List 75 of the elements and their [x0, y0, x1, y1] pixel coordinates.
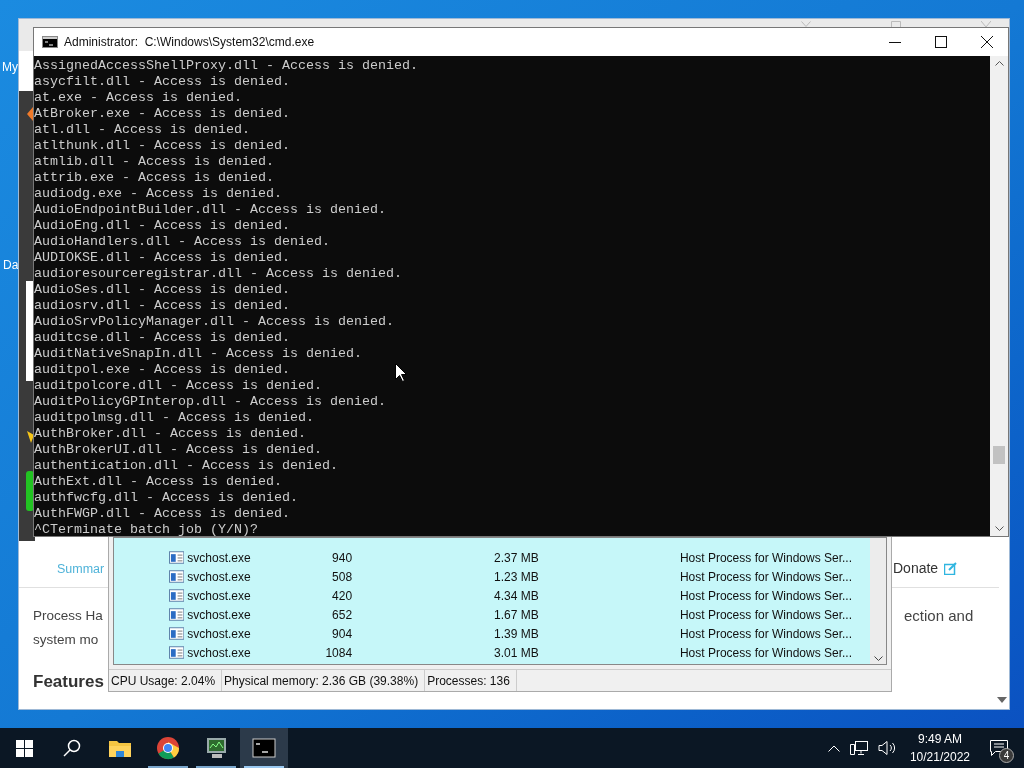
- console-line: auditpolcore.dll - Access is denied.: [34, 378, 322, 394]
- process-row[interactable]: svchost.exe 508 1.23 MB Host Process for Windows Ser...: [114, 567, 852, 586]
- console-line: AuthFWGP.dll - Access is denied.: [34, 506, 290, 522]
- process-name: svchost.exe: [187, 644, 252, 662]
- console-line: authentication.dll - Access is denied.: [34, 458, 338, 474]
- console-line: AuthBrokerUI.dll - Access is denied.: [34, 442, 322, 458]
- status-text: Processes: 136: [425, 670, 517, 691]
- console-line: asycfilt.dll - Access is denied.: [34, 74, 290, 90]
- console-line: audiodg.exe - Access is denied.: [34, 186, 282, 202]
- console-line: AssignedAccessShellProxy.dll - Access is denied.: [34, 58, 418, 74]
- process-name: svchost.exe: [187, 568, 252, 586]
- notification-button[interactable]: 4: [984, 733, 1014, 763]
- console-line: AudioSrvPolicyManager.dll - Access is denied.: [34, 314, 394, 330]
- console-line: AudioEng.dll - Access is denied.: [34, 218, 290, 234]
- console-line: atlthunk.dll - Access is denied.: [34, 138, 290, 154]
- desktop-icon-label[interactable]: Da: [3, 256, 19, 274]
- process-description: Host Process for Windows Ser...: [679, 644, 852, 662]
- console-line: AuthBroker.dll - Access is denied.: [34, 426, 306, 442]
- notification-count: 4: [999, 748, 1014, 763]
- desktop-icon-label[interactable]: My: [2, 58, 18, 76]
- status-text: Physical memory: 2.36 GB (39.38%): [222, 670, 426, 691]
- process-id: 940: [331, 549, 353, 567]
- memory-value: 4.34 MB: [494, 587, 540, 605]
- nav-link[interactable]: Donate: [893, 558, 939, 579]
- console-line: attrib.exe - Access is denied.: [34, 170, 274, 186]
- process-id: 420: [331, 587, 353, 605]
- window-title: Administrator: C:\Windows\System32\cmd.exe: [64, 34, 315, 51]
- process-id: 904: [331, 625, 353, 643]
- process-row[interactable]: svchost.exe 420 4.34 MB Host Process for Windows Ser...: [114, 586, 852, 605]
- console-line: AudioSes.dll - Access is denied.: [34, 282, 290, 298]
- console-line: AuditPolicyGPInterop.dll - Access is denied.: [34, 394, 386, 410]
- status-text: CPU Usage: 2.04%: [109, 670, 223, 691]
- console-line: atl.dll - Access is denied.: [34, 122, 250, 138]
- paragraph-text: Process Ha: [33, 607, 103, 625]
- process-row[interactable]: svchost.exe 904 1.39 MB Host Process for Windows Ser...: [114, 624, 852, 643]
- process-name: svchost.exe: [187, 625, 252, 643]
- process-row[interactable]: svchost.exe 940 2.37 MB Host Process for Windows Ser...: [114, 548, 852, 567]
- memory-value: 3.01 MB: [494, 644, 540, 662]
- console-line: AudioEndpointBuilder.dll - Access is denied.: [34, 202, 386, 218]
- console-line: ^CTerminate batch job (Y/N)?: [34, 522, 258, 536]
- console-line: auditpolmsg.dll - Access is denied.: [34, 410, 314, 426]
- process-name: svchost.exe: [187, 549, 252, 567]
- process-id: 508: [331, 568, 353, 586]
- process-description: Host Process for Windows Ser...: [679, 606, 852, 624]
- process-row[interactable]: svchost.exe 652 1.67 MB Host Process for Windows Ser...: [114, 605, 852, 624]
- memory-value: 1.39 MB: [494, 625, 540, 643]
- clock-time[interactable]: 9:49 AM: [917, 730, 962, 748]
- console-line: auditcse.dll - Access is denied.: [34, 330, 290, 346]
- console-line: AUDIOKSE.dll - Access is denied.: [34, 250, 290, 266]
- process-id: 652: [331, 606, 353, 624]
- clock-date[interactable]: 10/21/2022: [909, 748, 970, 766]
- console-line: AudioHandlers.dll - Access is denied.: [34, 234, 330, 250]
- process-row[interactable]: svchost.exe 1084 3.01 MB Host Process for Windows Ser...: [114, 643, 852, 662]
- console-line: at.exe - Access is denied.: [34, 90, 242, 106]
- paragraph-text: ection and: [904, 606, 974, 626]
- process-name: svchost.exe: [187, 606, 252, 624]
- console-line: audioresourceregistrar.dll - Access is denied.: [34, 266, 402, 282]
- memory-value: 1.23 MB: [494, 568, 540, 586]
- console-line: AuthExt.dll - Access is denied.: [34, 474, 282, 490]
- process-description: Host Process for Windows Ser...: [679, 625, 852, 643]
- console-line: AtBroker.exe - Access is denied.: [34, 106, 290, 122]
- console-line: auditpol.exe - Access is denied.: [34, 362, 290, 378]
- process-name: svchost.exe: [187, 587, 252, 605]
- console-line: authfwcfg.dll - Access is denied.: [34, 490, 298, 506]
- section-heading: Features: [33, 671, 104, 693]
- paragraph-text: system mo: [33, 631, 99, 649]
- process-description: Host Process for Windows Ser...: [679, 587, 852, 605]
- process-id: 1084: [324, 644, 353, 662]
- console-line: AuditNativeSnapIn.dll - Access is denied.: [34, 346, 362, 362]
- process-description: Host Process for Windows Ser...: [679, 568, 852, 586]
- memory-value: 1.67 MB: [494, 606, 540, 624]
- console-line: audiosrv.dll - Access is denied.: [34, 298, 290, 314]
- process-description: Host Process for Windows Ser...: [679, 549, 852, 567]
- console-line: atmlib.dll - Access is denied.: [34, 154, 274, 170]
- memory-value: 2.37 MB: [494, 549, 540, 567]
